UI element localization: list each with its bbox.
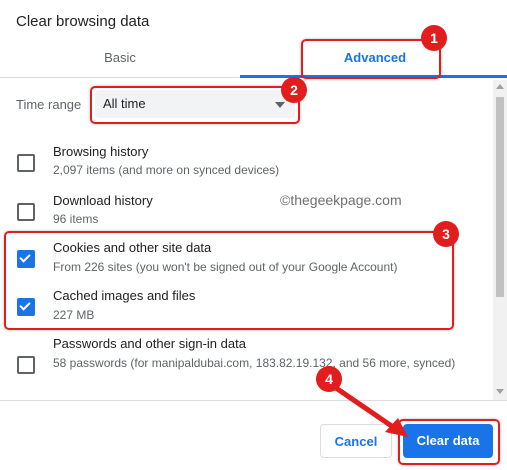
annotation-arrow-icon — [333, 385, 408, 437]
clear-browsing-data-dialog: Clear browsing data Basic Advanced Time … — [0, 0, 507, 470]
